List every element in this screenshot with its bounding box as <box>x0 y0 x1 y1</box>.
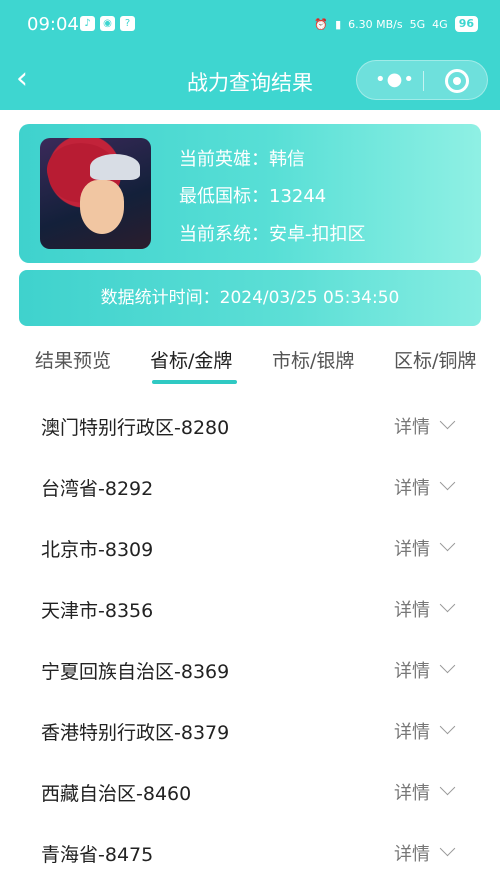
list-item-name: 宁夏回族自治区-8369 <box>41 661 230 683</box>
list-item[interactable]: 北京市-8309 详情 <box>0 516 500 577</box>
status-bar: 09:04 ♪ ◉ ? ⏰ ▮ 6.30 MB/s 5G 4G 96 <box>0 0 500 52</box>
min-national-row: 最低国标：13244 <box>179 182 326 208</box>
detail-link[interactable]: 详情 <box>394 535 430 561</box>
network-speed-value: 6.30 <box>348 17 373 31</box>
list-item[interactable]: 宁夏回族自治区-8369 详情 <box>0 638 500 699</box>
current-system-label: 当前系统： <box>179 224 269 245</box>
list-item[interactable]: 西藏自治区-8460 详情 <box>0 760 500 821</box>
signal-5g: 5G <box>409 17 426 31</box>
chevron-down-icon[interactable] <box>439 718 456 735</box>
more-icon[interactable]: •●• <box>375 69 415 90</box>
detail-link[interactable]: 详情 <box>394 596 430 622</box>
status-app-icons: ♪ ◉ ? <box>80 16 135 31</box>
detail-link[interactable]: 详情 <box>394 657 430 683</box>
hero-info-card: 当前英雄：韩信 最低国标：13244 当前系统：安卓-扣扣区 <box>19 124 481 263</box>
list-item-name: 香港特别行政区-8379 <box>41 722 230 744</box>
chevron-down-icon[interactable] <box>439 840 456 857</box>
min-national-value: 13244 <box>269 186 327 207</box>
list-item-name: 天津市-8356 <box>41 600 154 622</box>
status-time: 09:04 <box>27 14 79 35</box>
current-hero-row: 当前英雄：韩信 <box>179 145 305 171</box>
nav-bar: ‹ 战力查询结果 •●• <box>0 52 500 110</box>
min-national-label: 最低国标： <box>179 186 269 207</box>
chevron-down-icon[interactable] <box>439 657 456 674</box>
list-item-name: 澳门特别行政区-8280 <box>41 417 230 439</box>
detail-link[interactable]: 详情 <box>394 413 430 439</box>
active-tab-indicator <box>152 380 237 384</box>
tiktok-icon: ♪ <box>80 16 95 31</box>
stats-time-banner: 数据统计时间：2024/03/25 05:34:50 <box>19 270 481 326</box>
list-item[interactable]: 青海省-8475 详情 <box>0 821 500 877</box>
network-speed-unit: MB/s <box>376 17 403 31</box>
alarm-icon: ⏰ <box>314 17 329 31</box>
current-system-row: 当前系统：安卓-扣扣区 <box>179 220 366 246</box>
mini-program-capsule: •●• <box>356 60 488 100</box>
tab-district-bronze[interactable]: 区标/铜牌 <box>394 346 476 373</box>
tab-bar: 结果预览 省标/金牌 市标/银牌 区标/铜牌 <box>0 336 500 386</box>
tab-city-silver[interactable]: 市标/银牌 <box>272 346 354 373</box>
detail-link[interactable]: 详情 <box>394 779 430 805</box>
detail-link[interactable]: 详情 <box>394 718 430 744</box>
avatar-helmet <box>90 154 140 180</box>
tab-result-preview[interactable]: 结果预览 <box>35 346 111 373</box>
chevron-down-icon[interactable] <box>439 596 456 613</box>
chevron-down-icon[interactable] <box>439 535 456 552</box>
list-item[interactable]: 澳门特别行政区-8280 详情 <box>0 394 500 455</box>
list-item[interactable]: 台湾省-8292 详情 <box>0 455 500 516</box>
current-hero-label: 当前英雄： <box>179 149 269 170</box>
current-system-value: 安卓-扣扣区 <box>269 224 366 245</box>
list-item-name: 台湾省-8292 <box>41 478 154 500</box>
close-mini-program-icon[interactable] <box>445 69 469 93</box>
help-icon: ? <box>120 16 135 31</box>
weibo-icon: ◉ <box>100 16 115 31</box>
list-item[interactable]: 香港特别行政区-8379 详情 <box>0 699 500 760</box>
list-item-name: 北京市-8309 <box>41 539 154 561</box>
vibrate-icon: ▮ <box>335 17 342 31</box>
avatar-face <box>80 180 124 234</box>
status-indicators: ⏰ ▮ 6.30 MB/s 5G 4G 96 <box>314 16 478 32</box>
capsule-divider <box>423 71 424 91</box>
chevron-down-icon[interactable] <box>439 779 456 796</box>
chevron-down-icon[interactable] <box>439 474 456 491</box>
network-speed: 6.30 MB/s <box>348 18 402 31</box>
signal-4g: 4G <box>432 17 448 31</box>
tab-province-gold[interactable]: 省标/金牌 <box>150 346 232 373</box>
battery-indicator: 96 <box>454 16 478 32</box>
list-item-name: 西藏自治区-8460 <box>41 783 192 805</box>
detail-link[interactable]: 详情 <box>394 474 430 500</box>
chevron-down-icon[interactable] <box>439 413 456 430</box>
current-hero-value: 韩信 <box>269 149 305 170</box>
detail-link[interactable]: 详情 <box>394 840 430 866</box>
list-item[interactable]: 天津市-8356 详情 <box>0 577 500 638</box>
list-item-name: 青海省-8475 <box>41 844 154 866</box>
hero-avatar <box>40 138 151 249</box>
